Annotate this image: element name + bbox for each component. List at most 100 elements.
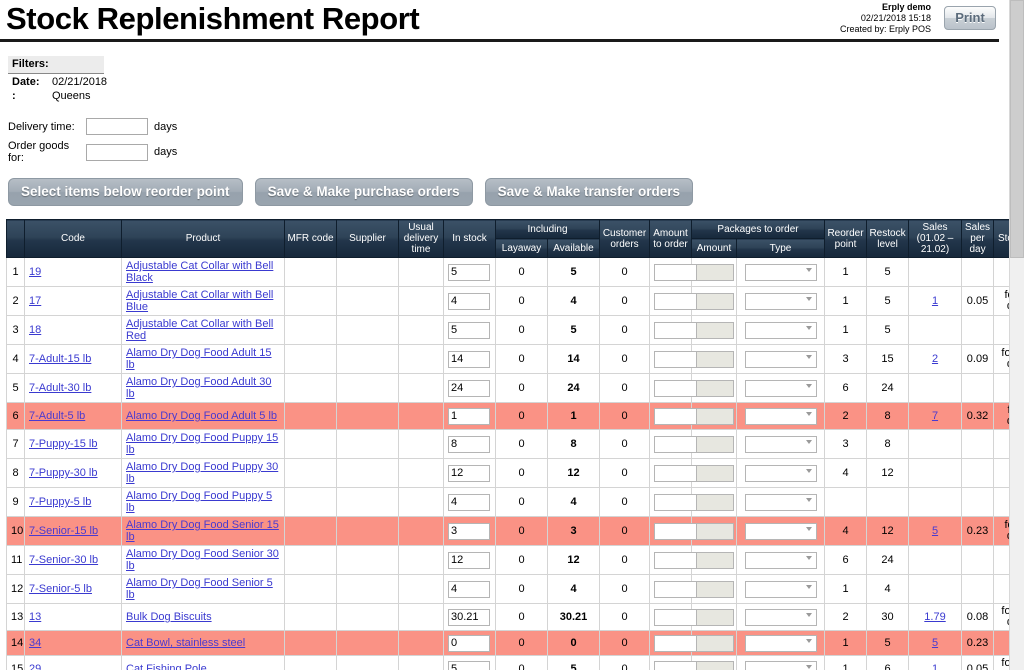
cell-amount-to-order[interactable]: [649, 545, 698, 575]
package-type-select[interactable]: [744, 407, 817, 425]
cell-package-type[interactable]: [735, 574, 826, 604]
cell-amount-to-order[interactable]: [649, 402, 698, 430]
in-stock-input[interactable]: [448, 435, 490, 453]
cell-package-amount[interactable]: [691, 516, 737, 546]
code-link[interactable]: 17: [29, 295, 41, 307]
cell-package-type[interactable]: [735, 429, 826, 459]
cell-package-type[interactable]: [735, 603, 826, 631]
cell-product[interactable]: Alamo Dry Dog Food Adult 15 lb: [121, 344, 285, 374]
product-link[interactable]: Alamo Dry Dog Food Senior 15 lb: [126, 519, 279, 543]
in-stock-input[interactable]: [448, 580, 490, 598]
cell-code[interactable]: 7-Adult-15 lb: [24, 344, 122, 374]
code-link[interactable]: 29: [29, 663, 41, 670]
product-link[interactable]: Alamo Dry Dog Food Adult 15 lb: [126, 347, 272, 371]
package-type-select[interactable]: [744, 350, 817, 368]
package-amount-input[interactable]: [696, 608, 734, 626]
select-items-below-reorder-point-button[interactable]: Select items below reorder point: [8, 178, 243, 206]
cell-code[interactable]: 7-Senior-5 lb: [24, 574, 122, 604]
package-type-select[interactable]: [744, 551, 817, 569]
product-link[interactable]: Adjustable Cat Collar with Bell Red: [126, 318, 273, 342]
package-amount-input[interactable]: [696, 350, 734, 368]
amount-to-order-input[interactable]: [654, 660, 698, 670]
amount-to-order-input[interactable]: [654, 580, 698, 598]
cell-package-amount[interactable]: [691, 603, 737, 631]
code-link[interactable]: 7-Puppy-15 lb: [29, 438, 98, 450]
cell-package-type[interactable]: [735, 315, 826, 345]
cell-sales[interactable]: 2: [908, 344, 963, 374]
cell-amount-to-order[interactable]: [649, 603, 698, 631]
code-link[interactable]: 18: [29, 324, 41, 336]
product-link[interactable]: Adjustable Cat Collar with Bell Black: [126, 260, 273, 284]
cell-package-type[interactable]: [735, 516, 826, 546]
product-link[interactable]: Cat Fishing Pole: [126, 663, 207, 670]
cell-product[interactable]: Alamo Dry Dog Food Adult 30 lb: [121, 373, 285, 403]
amount-to-order-input[interactable]: [654, 493, 698, 511]
page-scrollbar-thumb[interactable]: [1010, 0, 1024, 258]
package-type-select[interactable]: [744, 634, 817, 652]
code-link[interactable]: 7-Senior-30 lb: [29, 554, 98, 566]
save-make-transfer-orders-button[interactable]: Save & Make transfer orders: [484, 178, 693, 206]
cell-package-type[interactable]: [735, 402, 826, 430]
cell-in-stock[interactable]: [443, 655, 496, 670]
package-type-select[interactable]: [744, 292, 817, 310]
code-link[interactable]: 7-Puppy-30 lb: [29, 467, 98, 479]
package-amount-input[interactable]: [696, 292, 734, 310]
product-link[interactable]: Alamo Dry Dog Food Adult 5 lb: [126, 410, 277, 422]
amount-to-order-input[interactable]: [654, 263, 698, 281]
product-link[interactable]: Alamo Dry Dog Food Adult 30 lb: [126, 376, 272, 400]
cell-sales[interactable]: 1.79: [908, 603, 963, 631]
cell-amount-to-order[interactable]: [649, 655, 698, 670]
cell-amount-to-order[interactable]: [649, 344, 698, 374]
cell-product[interactable]: Alamo Dry Dog Food Adult 5 lb: [121, 402, 285, 430]
cell-package-amount[interactable]: [691, 344, 737, 374]
cell-package-type[interactable]: [735, 344, 826, 374]
cell-in-stock[interactable]: [443, 603, 496, 631]
cell-amount-to-order[interactable]: [649, 487, 698, 517]
in-stock-input[interactable]: [448, 464, 490, 482]
in-stock-input[interactable]: [448, 263, 490, 281]
cell-code[interactable]: 7-Puppy-5 lb: [24, 487, 122, 517]
in-stock-input[interactable]: [448, 522, 490, 540]
cell-sales[interactable]: 5: [908, 516, 963, 546]
code-link[interactable]: 7-Adult-15 lb: [29, 353, 91, 365]
amount-to-order-input[interactable]: [654, 321, 698, 339]
package-type-select[interactable]: [744, 263, 817, 281]
product-link[interactable]: Alamo Dry Dog Food Senior 30 lb: [126, 548, 279, 572]
cell-sales[interactable]: [908, 487, 963, 517]
product-link[interactable]: Alamo Dry Dog Food Puppy 30 lb: [126, 461, 278, 485]
package-type-select[interactable]: [744, 660, 817, 670]
package-amount-input[interactable]: [696, 522, 734, 540]
cell-sales[interactable]: [908, 373, 963, 403]
sales-link[interactable]: 7: [932, 410, 938, 422]
cell-product[interactable]: Alamo Dry Dog Food Puppy 30 lb: [121, 458, 285, 488]
save-make-purchase-orders-button[interactable]: Save & Make purchase orders: [254, 178, 473, 206]
cell-package-amount[interactable]: [691, 545, 737, 575]
cell-package-type[interactable]: [735, 286, 826, 316]
cell-sales[interactable]: 5: [908, 630, 963, 656]
package-amount-input[interactable]: [696, 580, 734, 598]
code-link[interactable]: 7-Senior-5 lb: [29, 583, 92, 595]
in-stock-input[interactable]: [448, 493, 490, 511]
cell-in-stock[interactable]: [443, 516, 496, 546]
in-stock-input[interactable]: [448, 350, 490, 368]
cell-sales[interactable]: [908, 545, 963, 575]
in-stock-input[interactable]: [448, 608, 490, 626]
cell-package-type[interactable]: [735, 630, 826, 656]
cell-package-amount[interactable]: [691, 257, 737, 287]
cell-package-amount[interactable]: [691, 487, 737, 517]
cell-product[interactable]: Adjustable Cat Collar with Bell Black: [121, 257, 285, 287]
product-link[interactable]: Bulk Dog Biscuits: [126, 611, 212, 623]
cell-in-stock[interactable]: [443, 315, 496, 345]
cell-amount-to-order[interactable]: [649, 458, 698, 488]
package-amount-input[interactable]: [696, 493, 734, 511]
cell-sales[interactable]: [908, 574, 963, 604]
in-stock-input[interactable]: [448, 379, 490, 397]
cell-in-stock[interactable]: [443, 286, 496, 316]
in-stock-input[interactable]: [448, 407, 490, 425]
sales-link[interactable]: 5: [932, 525, 938, 537]
cell-amount-to-order[interactable]: [649, 315, 698, 345]
amount-to-order-input[interactable]: [654, 435, 698, 453]
package-amount-input[interactable]: [696, 551, 734, 569]
cell-product[interactable]: Cat Fishing Pole: [121, 655, 285, 670]
page-scrollbar[interactable]: [1009, 0, 1024, 670]
